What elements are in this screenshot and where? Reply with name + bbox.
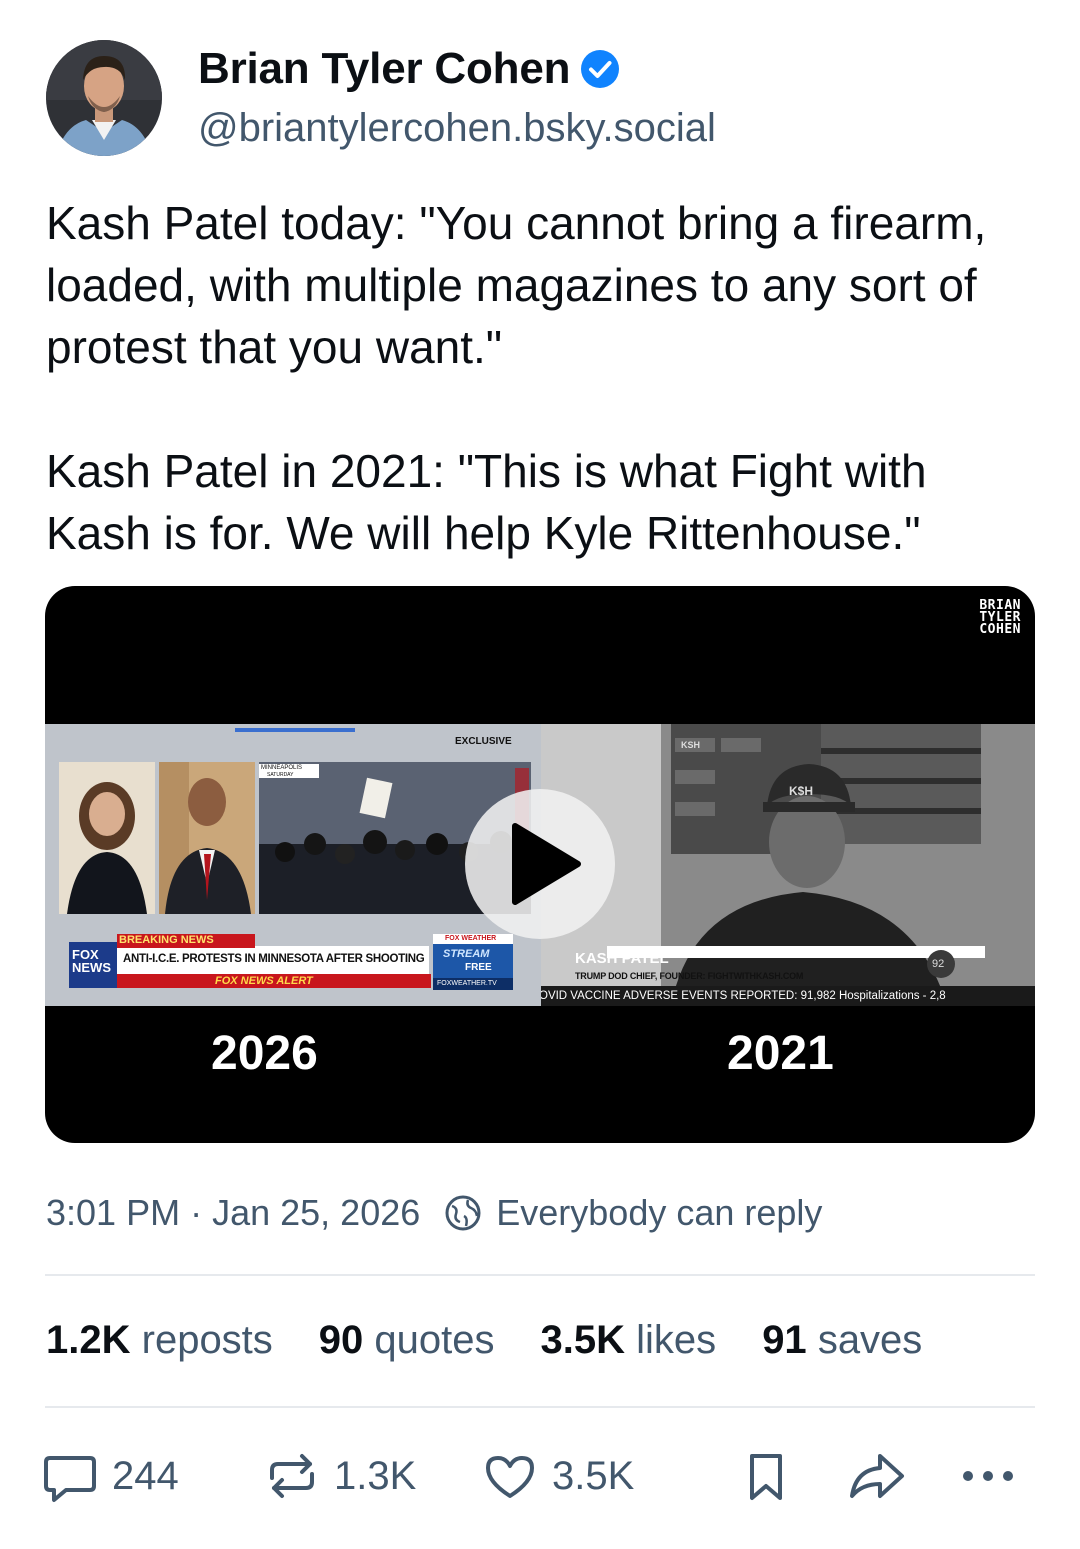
verified-icon xyxy=(581,50,620,88)
post-paragraph: Kash Patel in 2021: "This is what Fight … xyxy=(46,445,927,559)
play-icon xyxy=(512,823,581,905)
hat-logo: K$H xyxy=(789,784,814,798)
reply-count: 244 xyxy=(112,1453,179,1498)
share-icon xyxy=(850,1454,904,1498)
post-time: 3:01 PM xyxy=(46,1192,181,1233)
reply-icon xyxy=(44,1456,96,1502)
lower-third-name: KASH PATEL xyxy=(575,950,669,967)
year-label-right: 2021 xyxy=(727,1027,834,1080)
play-button[interactable] xyxy=(465,789,615,939)
saves-stat[interactable]: 91 saves xyxy=(762,1318,922,1363)
repost-count: 1.3K xyxy=(334,1453,417,1498)
like-icon xyxy=(486,1456,534,1498)
fox-news-alert: FOX NEWS ALERT xyxy=(215,975,313,987)
like-count: 3.5K xyxy=(552,1453,635,1498)
location-tag: MINNEAPOLIS xyxy=(261,765,303,771)
day-tag: SATURDAY xyxy=(267,772,294,778)
author-name[interactable]: Brian Tyler Cohen xyxy=(198,44,571,94)
globe-icon xyxy=(445,1195,481,1231)
video-clip-right: K$H KSH KASH PATEL TRUMP DOD CHIEF, FOUN… xyxy=(541,724,1035,1006)
like-button[interactable]: 3.5K xyxy=(482,1448,634,1504)
divider xyxy=(45,1406,1035,1408)
reply-setting[interactable]: Everybody can reply xyxy=(496,1192,822,1234)
video-player[interactable]: BRIAN TYLER COHEN EXCLUSIVE MINNEAPOLIS … xyxy=(45,586,1035,1143)
lower-third-title: TRUMP DOD CHIEF, FOUNDER: FIGHTWITHKASH.… xyxy=(575,971,804,981)
author-handle[interactable]: @briantylercohen.bsky.social xyxy=(198,106,716,151)
fox-news-logo: FOX NEWS xyxy=(72,947,111,975)
sign-label: KSH xyxy=(681,740,701,750)
post-text: Kash Patel today: "You cannot bring a fi… xyxy=(46,192,1036,564)
post-date: Jan 25, 2026 xyxy=(212,1192,421,1233)
quotes-stat[interactable]: 90 quotes xyxy=(319,1318,495,1363)
action-bar: 244 1.3K 3.5K xyxy=(42,1448,1032,1508)
author-name-row: Brian Tyler Cohen xyxy=(198,44,620,94)
reposts-stat[interactable]: 1.2K reposts xyxy=(46,1318,273,1363)
divider xyxy=(45,1274,1035,1276)
more-button[interactable] xyxy=(958,1448,1032,1504)
bookmark-icon xyxy=(750,1454,782,1500)
avatar[interactable] xyxy=(46,40,162,156)
video-watermark: BRIAN TYLER COHEN xyxy=(979,598,1021,637)
share-button[interactable] xyxy=(846,1448,922,1504)
post-meta: 3:01 PM · Jan 25, 2026 Everybody can rep… xyxy=(46,1192,822,1234)
meta-separator: · xyxy=(190,1192,203,1233)
year-label-left: 2026 xyxy=(211,1027,318,1080)
bookmark-button[interactable] xyxy=(738,1448,808,1504)
repost-icon xyxy=(270,1454,314,1498)
more-icon xyxy=(963,1471,1013,1481)
repost-button[interactable]: 1.3K xyxy=(264,1448,416,1504)
post-paragraph: Kash Patel today: "You cannot bring a fi… xyxy=(46,197,987,373)
channel-badge: 92 xyxy=(932,958,945,970)
breaking-news-label: BREAKING NEWS xyxy=(119,934,214,946)
exclusive-tag: EXCLUSIVE xyxy=(455,736,512,747)
post-stats: 1.2K reposts 90 quotes 3.5K likes 91 sav… xyxy=(46,1318,922,1363)
post-header: Brian Tyler Cohen @briantylercohen.bsky.… xyxy=(46,40,1036,160)
chyron-headline: ANTI-I.C.E. PROTESTS IN MINNESOTA AFTER … xyxy=(123,953,425,965)
stream-label: STREAM xyxy=(443,948,490,960)
likes-stat[interactable]: 3.5K likes xyxy=(541,1318,717,1363)
reply-button[interactable]: 244 xyxy=(42,1448,179,1504)
weather-url: FOXWEATHER.TV xyxy=(437,980,497,987)
free-label: FREE xyxy=(465,962,492,973)
ticker-text: OVID VACCINE ADVERSE EVENTS REPORTED: 91… xyxy=(541,990,946,1002)
